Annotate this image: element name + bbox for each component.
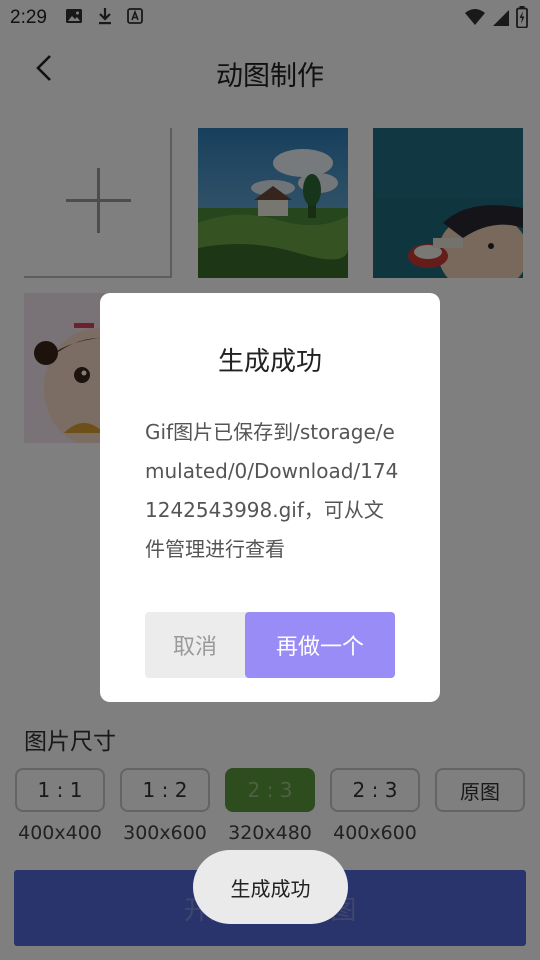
cancel-button-label: 取消 [172, 635, 217, 660]
dialog-title: 生成成功 [217, 347, 322, 377]
make-again-button[interactable]: 再做一个 [245, 612, 395, 678]
make-again-label: 再做一个 [275, 635, 364, 660]
toast: 生成成功 [193, 850, 348, 924]
toast-text: 生成成功 [230, 876, 311, 901]
dialog-message: Gif图片已保存到/storage/emulated/0/Download/17… [145, 420, 399, 561]
success-dialog: 生成成功 Gif图片已保存到/storage/emulated/0/Downlo… [100, 293, 440, 702]
